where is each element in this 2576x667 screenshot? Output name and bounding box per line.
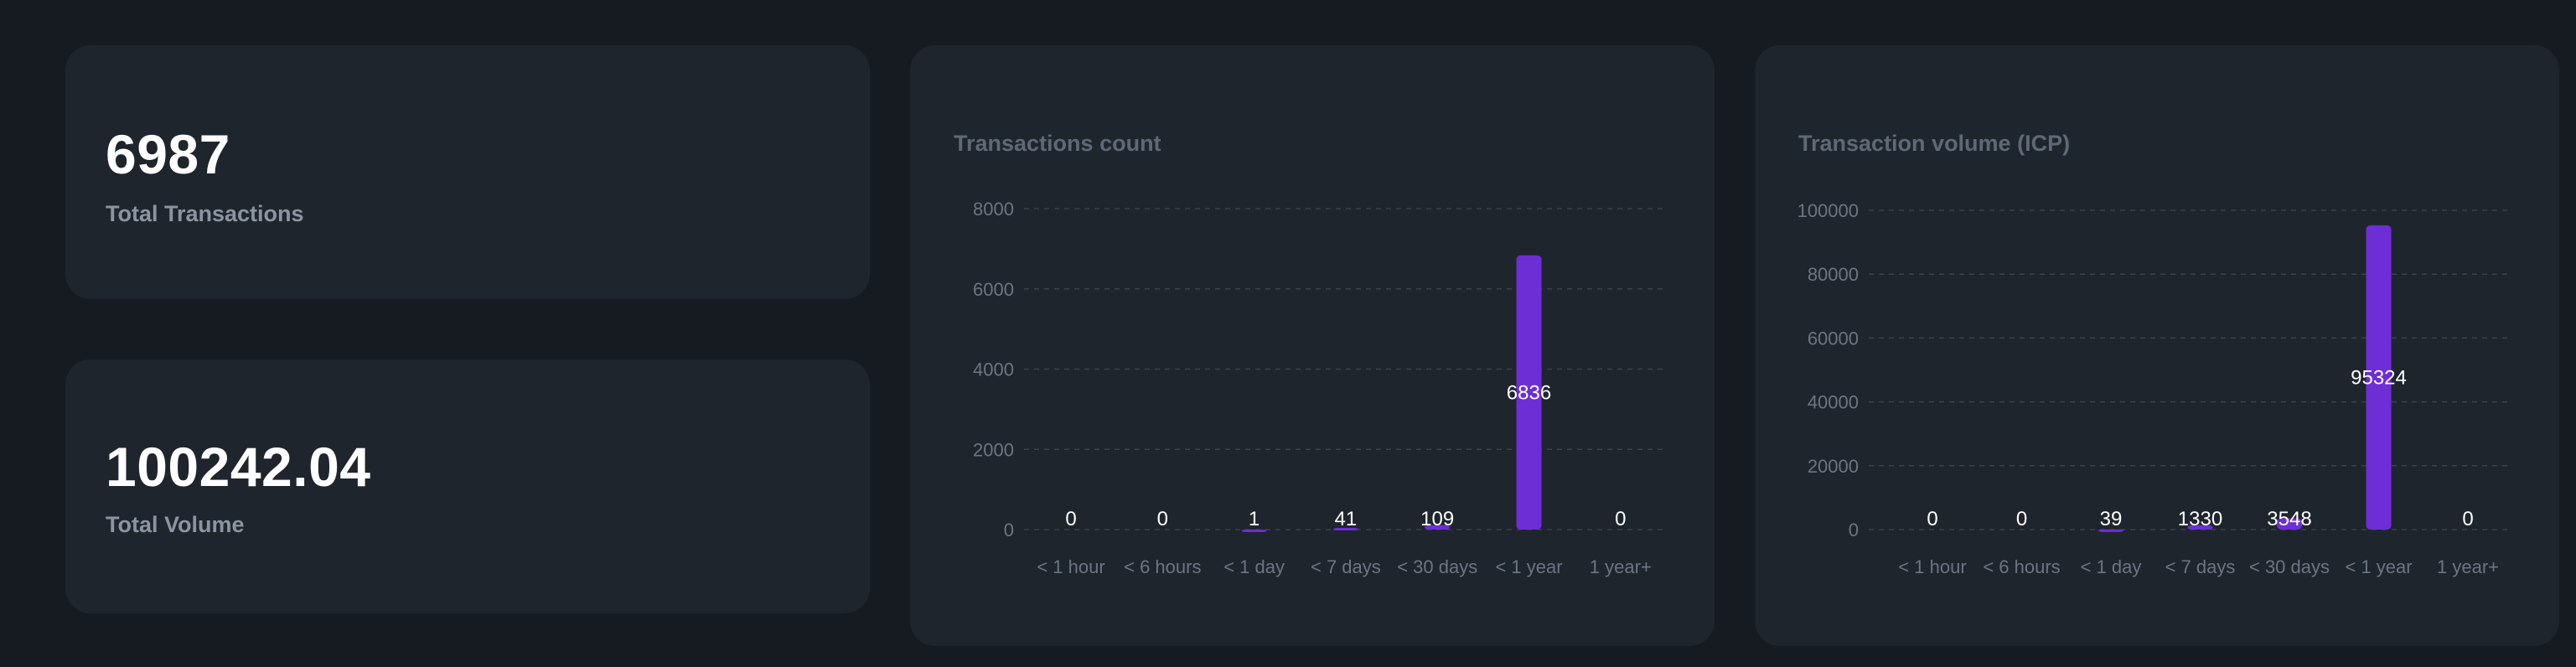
bar-value-label: 0 (2462, 508, 2473, 530)
x-tick-label: < 1 day (2081, 556, 2142, 577)
x-tick-label: < 1 year (1495, 556, 1562, 577)
x-tick-label: < 7 days (1311, 556, 1381, 577)
y-tick-label: 60000 (1808, 328, 1859, 349)
x-tick-label: 1 year+ (1590, 556, 1652, 577)
bar-value-label: 39 (2100, 508, 2123, 530)
total-volume-label: Total Volume (106, 512, 245, 537)
y-tick-label: 4000 (973, 359, 1014, 380)
y-tick-label: 80000 (1808, 264, 1859, 285)
y-tick-label: 6000 (973, 279, 1014, 300)
y-tick-label: 20000 (1808, 456, 1859, 477)
bar-value-label: 41 (1335, 508, 1358, 530)
transaction-volume-chart: 0 20000 40000 60000 80000 100000 0 < 1 hour 0 < 6… (1798, 200, 2509, 577)
x-tick-label: < 1 hour (1037, 556, 1104, 577)
x-tick-label: < 30 days (1397, 556, 1477, 577)
bar-value-label: 1 (1249, 508, 1260, 530)
bar-value-label: 6836 (1507, 381, 1551, 404)
bar-value-label: 0 (1157, 508, 1168, 530)
x-tick-label: < 1 hour (1898, 556, 1966, 577)
y-tick-label: 8000 (973, 199, 1014, 220)
y-tick-label: 100000 (1798, 200, 1859, 221)
bar-value-label: 3548 (2267, 508, 2311, 530)
bar-value-label: 0 (1927, 508, 1937, 530)
x-tick-label: < 6 hours (1124, 556, 1201, 577)
total-transactions-card: 6987 Total Transactions (65, 45, 870, 299)
x-tick-label: < 7 days (2165, 556, 2236, 577)
bar-value-label: 0 (2016, 508, 2027, 530)
transactions-count-chart: 0 2000 4000 6000 8000 0 < 1 hour 0 < 6 hours 1 < 1… (973, 199, 1664, 577)
bar-value-label: 0 (1615, 508, 1626, 530)
transaction-volume-chart-card: Transaction volume (ICP) 0 20000 40000 6000… (1755, 45, 2559, 646)
x-tick-label: < 30 days (2249, 556, 2330, 577)
bar-value-label: 109 (1420, 508, 1454, 530)
y-tick-label: 0 (1004, 520, 1014, 540)
y-tick-label: 0 (1849, 520, 1859, 540)
bar-value-label: 95324 (2351, 366, 2407, 389)
total-volume-card: 100242.04 Total Volume (65, 359, 870, 613)
y-tick-label: 2000 (973, 439, 1014, 460)
total-volume-value: 100242.04 (106, 436, 371, 498)
x-tick-label: < 6 hours (1983, 556, 2060, 577)
x-tick-label: < 1 year (2345, 556, 2412, 577)
bar-value-label: 1330 (2178, 508, 2222, 530)
total-transactions-label: Total Transactions (106, 201, 304, 226)
total-transactions-value: 6987 (106, 123, 230, 185)
y-tick-label: 40000 (1808, 392, 1859, 413)
x-tick-label: < 1 day (1223, 556, 1285, 577)
x-tick-label: 1 year+ (2437, 556, 2499, 577)
bar-value-label: 0 (1065, 508, 1076, 530)
transactions-count-chart-card: Transactions count 0 2000 4000 6000 8000 0 < 1… (910, 45, 1715, 646)
